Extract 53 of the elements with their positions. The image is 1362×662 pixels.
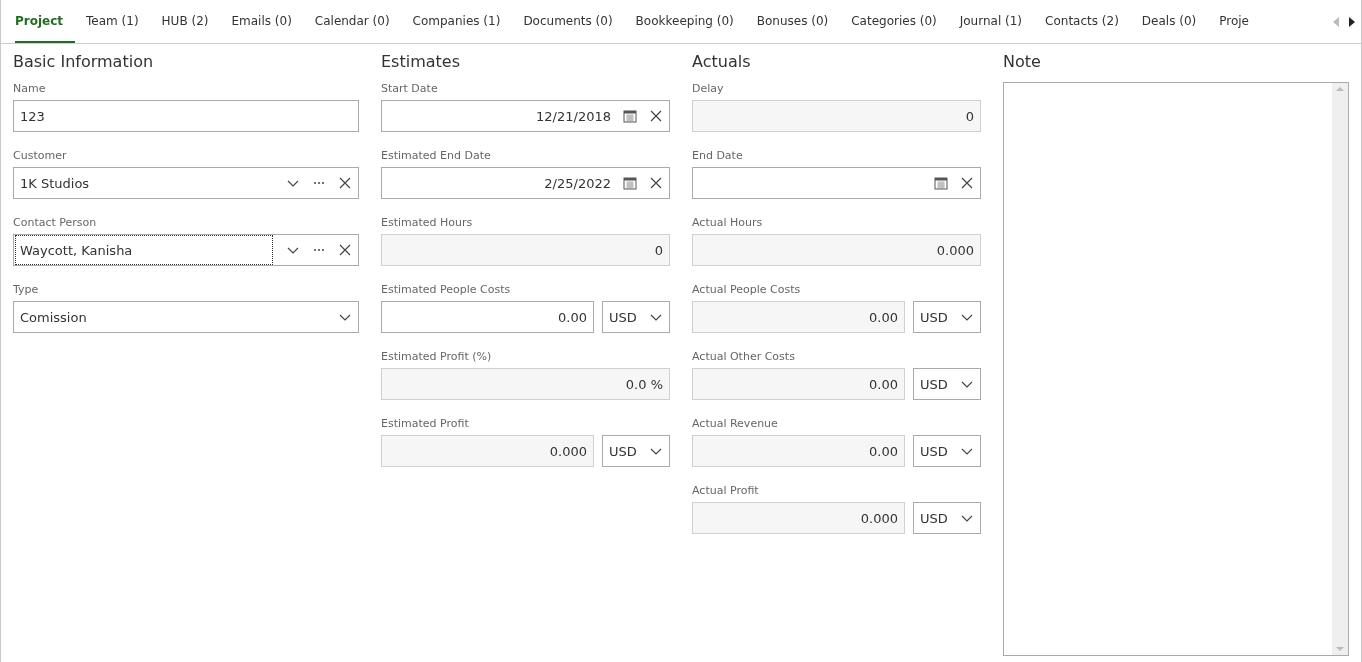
tab[interactable]: Companies (1) <box>401 0 512 43</box>
field-label: Actual Hours <box>692 216 764 229</box>
tab[interactable]: Calendar (0) <box>303 0 402 43</box>
field-label: Delay <box>692 82 725 95</box>
currency-dropdown[interactable]: USD <box>602 301 670 333</box>
field-label: Estimated Profit (%) <box>381 350 493 363</box>
calendar-icon[interactable] <box>623 109 637 123</box>
calendar-icon[interactable] <box>623 176 637 190</box>
tab[interactable]: Bookkeeping (0) <box>624 0 746 43</box>
field-label: Actual Revenue <box>692 417 779 430</box>
lookup-field[interactable]: 1K Studios <box>13 167 359 199</box>
field-label: Estimated Hours <box>381 216 474 229</box>
tab[interactable]: Emails (0) <box>219 0 304 43</box>
tab[interactable]: HUB (2) <box>150 0 220 43</box>
field-label: Contact Person <box>13 216 98 229</box>
field-label: End Date <box>692 149 744 162</box>
tab[interactable]: Project <box>15 0 75 43</box>
text-field[interactable]: 123 <box>13 100 359 132</box>
close-icon[interactable] <box>338 243 352 257</box>
field-label: Actual Other Costs <box>692 350 796 363</box>
close-icon[interactable] <box>960 176 974 190</box>
section-title: Note <box>1003 52 1042 71</box>
tab[interactable]: Categories (0) <box>839 0 949 43</box>
dropdown-field[interactable]: Comission <box>13 301 359 333</box>
field-label: Actual Profit <box>692 484 760 497</box>
field-label: Customer <box>13 149 68 162</box>
amount-field[interactable]: 0.00 <box>381 301 594 333</box>
lookup-field[interactable]: Waycott, Kanisha <box>13 234 359 266</box>
section-title: Actuals <box>692 52 752 71</box>
tab[interactable]: Documents (0) <box>511 0 625 43</box>
tab[interactable]: Deals (0) <box>1130 0 1208 43</box>
field-label: Estimated Profit <box>381 417 470 430</box>
date-field[interactable] <box>692 167 981 199</box>
field-label: Type <box>13 283 40 296</box>
close-icon[interactable] <box>649 176 663 190</box>
date-field[interactable]: 2/25/2022 <box>381 167 670 199</box>
tab[interactable]: Bonuses (0) <box>745 0 840 43</box>
close-icon[interactable] <box>338 176 352 190</box>
calendar-icon[interactable] <box>934 176 948 190</box>
field-label: Estimated People Costs <box>381 283 512 296</box>
tab[interactable]: Journal (1) <box>948 0 1034 43</box>
tab[interactable]: Proje <box>1207 0 1261 43</box>
tab[interactable]: Team (1) <box>74 0 151 43</box>
scroll-right-icon[interactable] <box>1349 16 1355 27</box>
section-title: Basic Information <box>13 52 155 71</box>
field-label: Estimated End Date <box>381 149 492 162</box>
section-title: Estimates <box>381 52 461 71</box>
date-field[interactable]: 12/21/2018 <box>381 100 670 132</box>
close-icon[interactable] <box>649 109 663 123</box>
field-label: Name <box>13 82 47 95</box>
tab[interactable]: Contacts (2) <box>1033 0 1131 43</box>
field-label: Start Date <box>381 82 439 95</box>
field-label: Actual People Costs <box>692 283 802 296</box>
